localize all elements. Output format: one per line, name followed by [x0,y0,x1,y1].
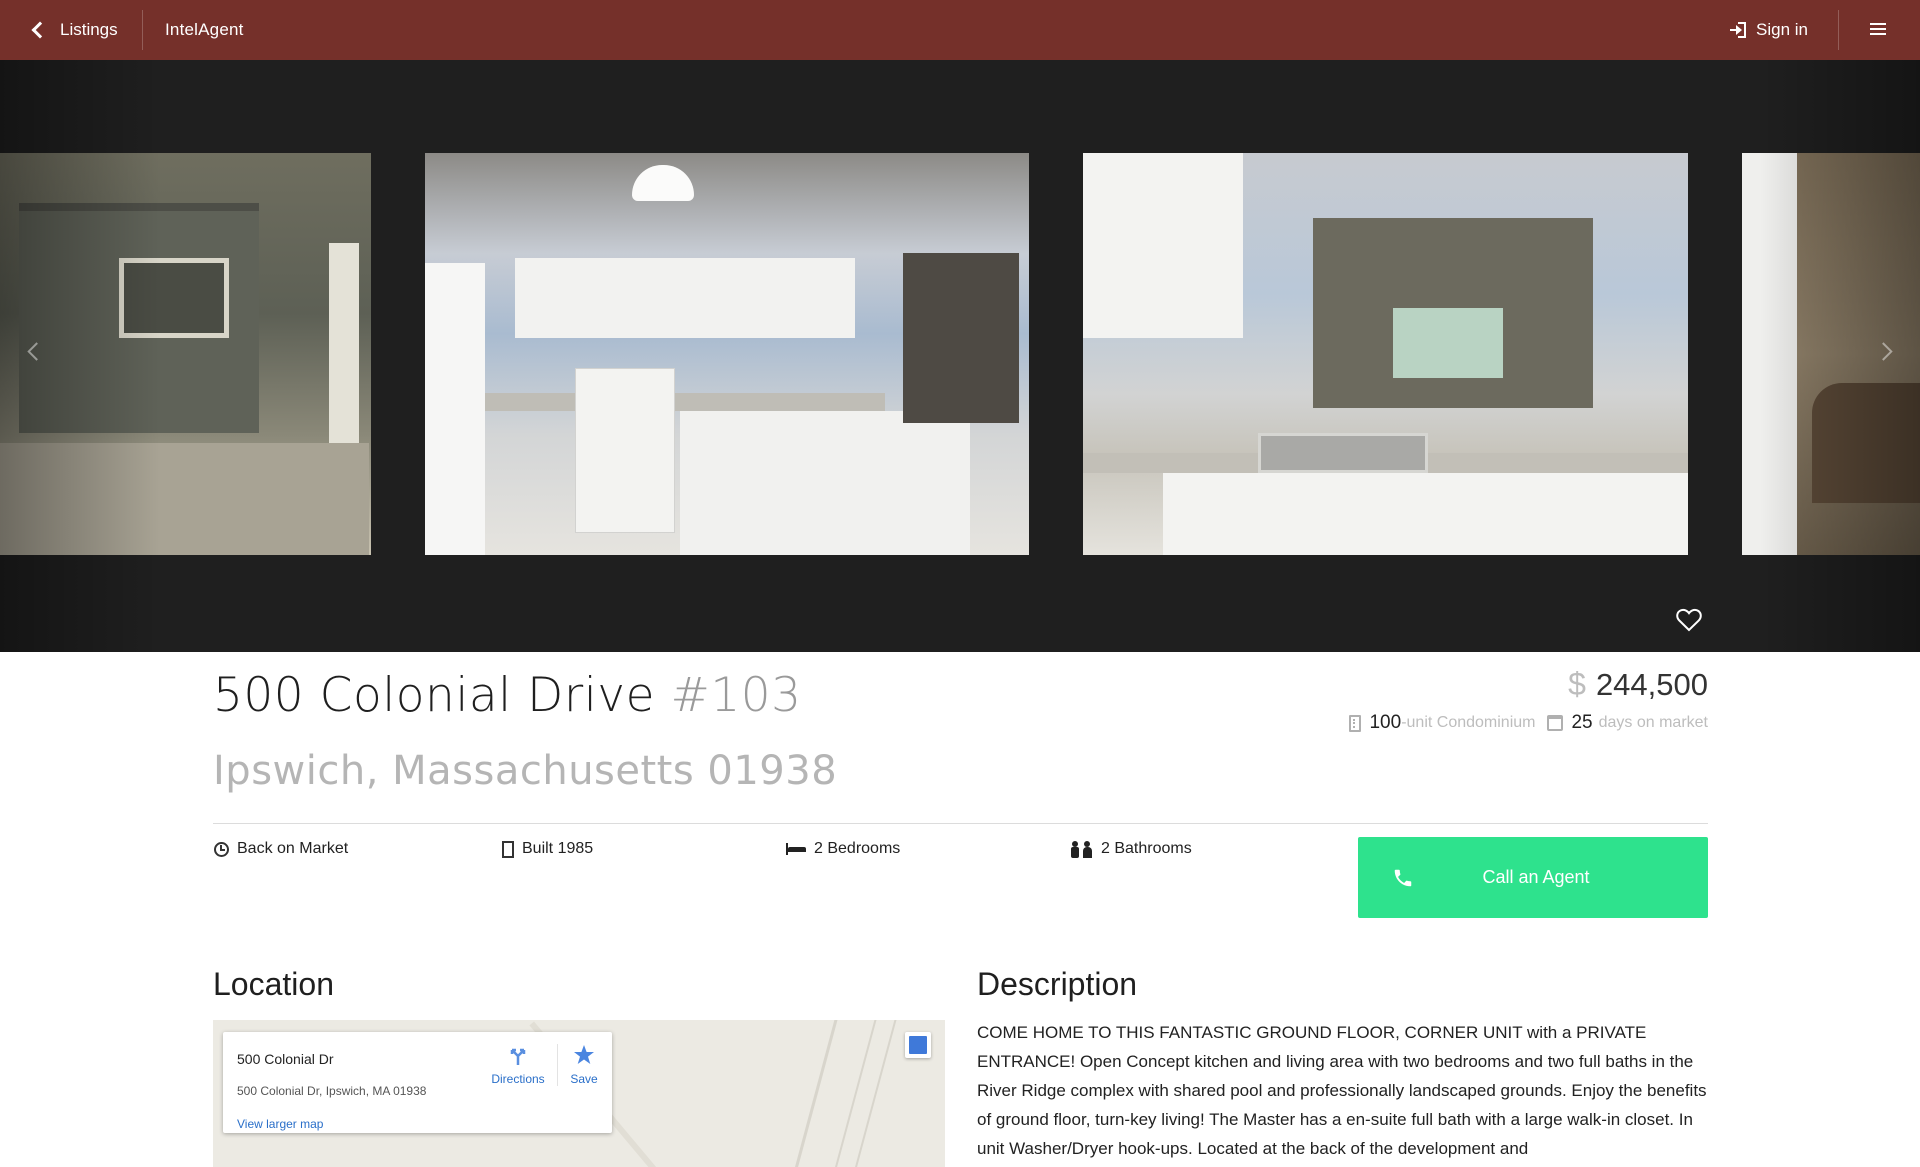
bathrooms-feature: 2 Bathrooms [1071,838,1192,860]
divider [142,10,143,50]
bed-icon [786,843,806,855]
view-larger-map-link[interactable]: View larger map [237,1117,323,1131]
photo-gallery [0,60,1920,652]
listing-unit: #103 [670,668,802,723]
divider [213,823,1708,824]
calendar-icon [1547,715,1564,731]
bedrooms-text: 2 Bedrooms [814,840,901,857]
price-value: 244,500 [1595,667,1708,702]
map-place-name: 500 Colonial Dr [237,1051,334,1067]
days-number: 25 [1571,712,1593,733]
units-stat: 100 -unit Condominium [1349,712,1535,734]
people-icon [1071,840,1093,858]
brand-logo[interactable]: IntelAgent [165,0,244,60]
sign-in-label: Sign in [1756,20,1808,39]
directions-button[interactable]: Directions [485,1044,551,1086]
map-info-card: 500 Colonial Dr 500 Colonial Dr, Ipswich… [223,1032,612,1133]
directions-label: Directions [491,1072,545,1086]
bedrooms-feature: 2 Bedrooms [786,838,900,860]
gallery-photo-living-room[interactable] [1742,153,1920,555]
built-text: Built 1985 [522,840,594,857]
description-heading: Description [977,966,1138,1002]
divider [557,1044,558,1086]
sign-in-button[interactable]: Sign in [1730,0,1808,60]
star-icon [574,1045,594,1064]
bathrooms-text: 2 Bathrooms [1101,840,1192,857]
back-to-listings-link[interactable]: Listings [28,0,118,60]
call-agent-button[interactable]: Call an Agent [1358,837,1708,918]
sign-in-icon [1730,22,1747,38]
status-feature: Back on Market [214,838,348,860]
currency-symbol: $ [1568,666,1586,702]
building-icon [1349,714,1362,732]
directions-icon [510,1048,526,1065]
gallery-photo-kitchen[interactable] [425,153,1029,555]
location-heading: Location [213,966,334,1002]
listing-price: $ 244,500 [1568,666,1708,703]
days-stat: 25 days on market [1547,712,1708,734]
map-place-address: 500 Colonial Dr, Ipswich, MA 01938 [237,1084,427,1098]
divider [1838,10,1839,50]
call-agent-label: Call an Agent [1482,867,1590,887]
hamburger-menu-icon[interactable] [1870,22,1886,36]
favorite-heart-icon[interactable] [1676,608,1702,632]
listing-stats: 100 -unit Condominium 25 days on market [1349,712,1708,734]
building-icon [502,840,514,858]
save-label: Save [570,1072,598,1086]
days-label: days on market [1598,714,1708,731]
gallery-photo-kitchen-view[interactable] [1083,153,1688,555]
listing-title: 500 Colonial Drive #103 [213,668,802,723]
top-bar: Listings IntelAgent Sign in [0,0,1920,60]
gallery-photo-porch[interactable] [0,153,371,555]
clock-icon [214,841,229,857]
street-view-pegman-icon[interactable] [905,1032,931,1058]
status-text: Back on Market [237,840,349,857]
units-number: 100 [1369,712,1402,733]
back-label: Listings [60,20,118,39]
location-map[interactable]: 500 Colonial Dr 500 Colonial Dr, Ipswich… [213,1020,945,1167]
save-place-button[interactable]: Save [563,1044,605,1086]
listing-city-line: Ipswich, Massachusetts 01938 [213,748,838,794]
built-feature: Built 1985 [502,838,593,860]
chevron-left-icon [31,21,49,39]
listing-street: 500 Colonial Drive [213,668,655,723]
description-text: COME HOME TO THIS FANTASTIC GROUND FLOOR… [977,1023,1707,1158]
units-label: -unit Condominium [1401,714,1536,731]
